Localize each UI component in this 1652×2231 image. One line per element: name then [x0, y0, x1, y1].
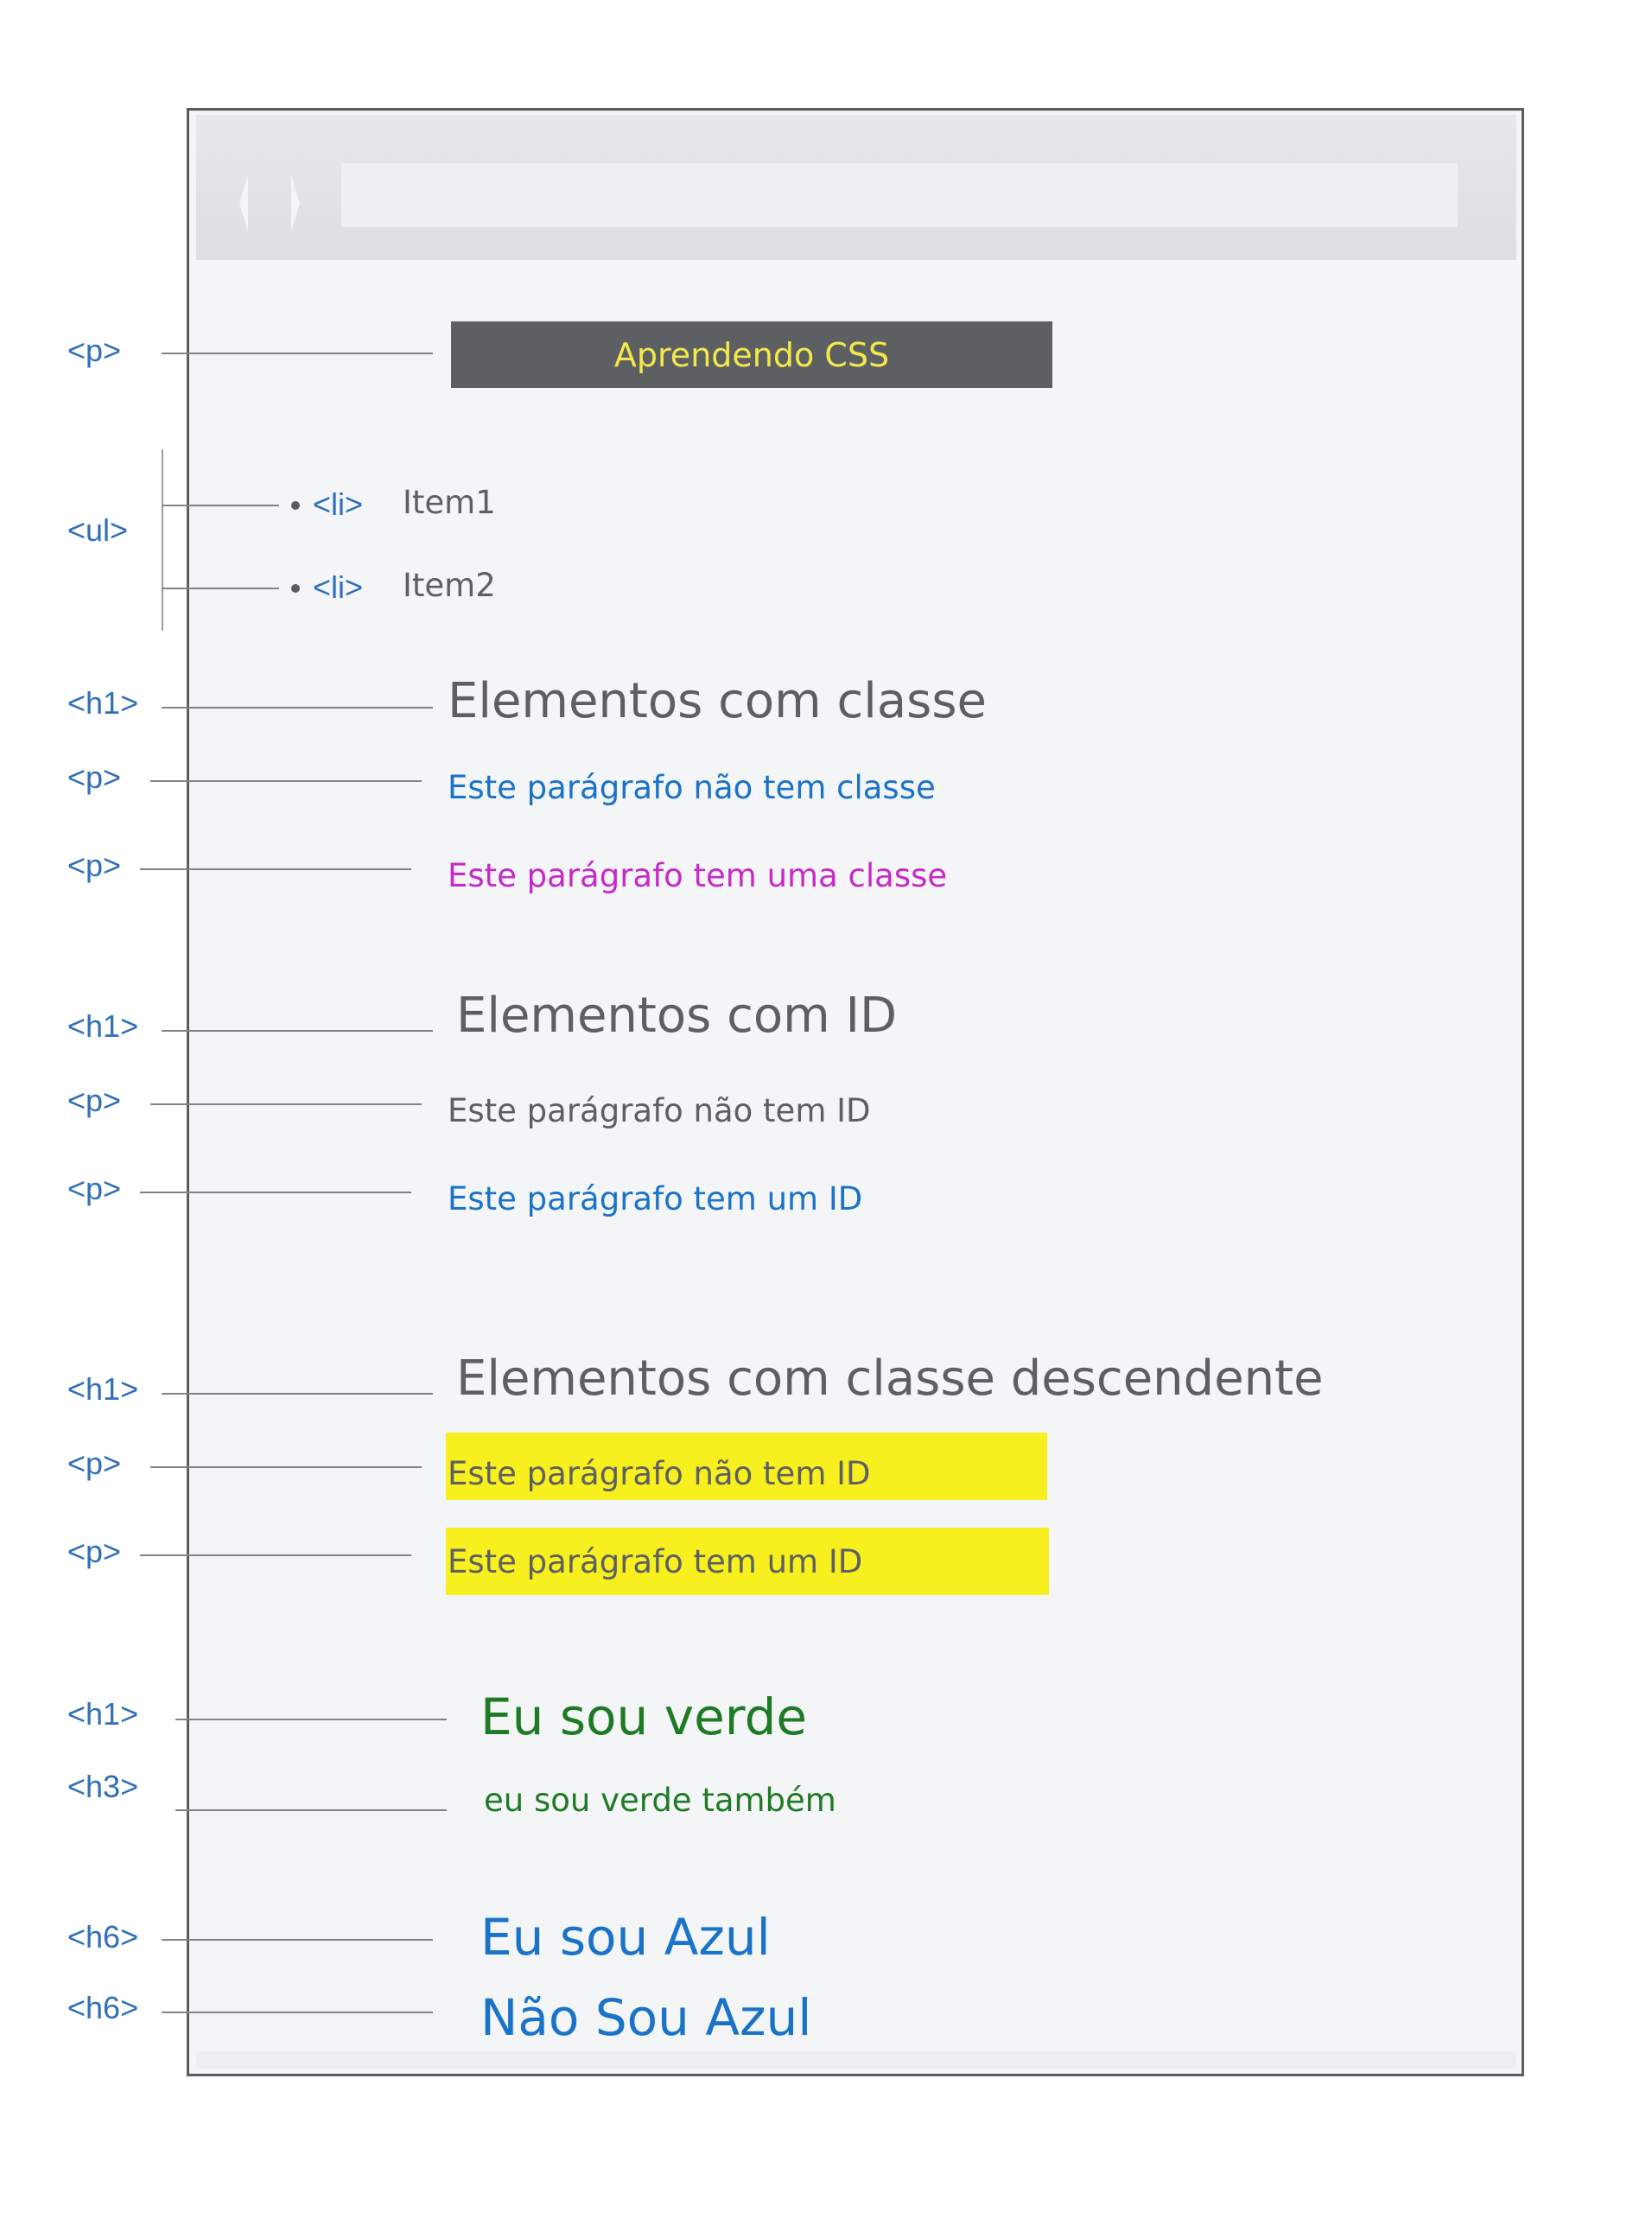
tag-label-h3: <h3>	[67, 1769, 139, 1804]
paragraph-descendente-com-id: Este parágrafo tem um ID	[448, 1543, 863, 1580]
leader-line	[140, 1554, 411, 1556]
tag-label-li: <li>	[313, 486, 364, 522]
leader-line	[150, 1103, 422, 1105]
tag-label-h6: <h6>	[67, 1990, 139, 2025]
tag-label-p: <p>	[67, 760, 122, 795]
tag-label-p: <p>	[67, 848, 122, 883]
banner-paragraph: Aprendendo CSS	[451, 321, 1052, 388]
leader-line	[162, 707, 433, 709]
tag-label-li: <li>	[313, 569, 364, 605]
paragraph-descendente-sem-id: Este parágrafo não tem ID	[448, 1455, 871, 1492]
leader-line	[162, 2012, 433, 2013]
leader-line	[150, 1466, 422, 1468]
leader-line	[162, 505, 279, 506]
subheading-verde-tambem: eu sou verde também	[484, 1782, 836, 1819]
list-item: Item1	[403, 484, 496, 521]
window-bottom-strip	[196, 2051, 1516, 2069]
tag-label-h1: <h1>	[67, 1696, 139, 1732]
tag-label-p: <p>	[67, 333, 122, 368]
heading-eu-sou-verde: Eu sou verde	[480, 1688, 808, 1746]
css-diagram: <p> Aprendendo CSS <ul> <li> Item1 <li> …	[0, 0, 1652, 2231]
tag-label-h1: <h1>	[67, 1371, 139, 1407]
tag-label-h1: <h1>	[67, 1008, 139, 1044]
back-arrow-icon[interactable]	[239, 175, 248, 231]
leader-line	[162, 353, 433, 354]
tag-label-h6: <h6>	[67, 1919, 139, 1955]
leader-line	[162, 1393, 433, 1395]
browser-toolbar	[196, 115, 1516, 260]
leader-line	[162, 1939, 433, 1941]
leader-line	[140, 868, 411, 870]
tag-label-ul: <ul>	[67, 512, 129, 548]
tag-label-p: <p>	[67, 1446, 122, 1481]
paragraph-com-id: Este parágrafo tem um ID	[448, 1180, 863, 1217]
ul-bracket	[162, 449, 163, 631]
leader-line	[162, 1030, 433, 1032]
paragraph-sem-id: Este parágrafo não tem ID	[448, 1092, 871, 1129]
list-item: Item2	[403, 567, 496, 604]
tag-label-p: <p>	[67, 1083, 122, 1118]
paragraph-com-classe: Este parágrafo tem uma classe	[448, 857, 948, 894]
heading-nao-sou-azul: Não Sou Azul	[480, 1988, 812, 2047]
leader-line	[175, 1719, 447, 1720]
leader-line	[140, 1192, 411, 1193]
leader-line	[162, 588, 279, 589]
heading-elementos-classe: Elementos com classe	[448, 673, 987, 729]
tag-label-p: <p>	[67, 1171, 122, 1206]
address-bar[interactable]	[341, 163, 1458, 227]
forward-arrow-icon[interactable]	[291, 175, 300, 231]
tag-label-p: <p>	[67, 1534, 122, 1569]
list-bullet	[291, 501, 300, 510]
heading-eu-sou-azul: Eu sou Azul	[480, 1908, 771, 1967]
leader-line	[150, 780, 422, 782]
heading-elementos-id: Elementos com ID	[456, 988, 898, 1044]
paragraph-sem-classe: Este parágrafo não tem classe	[448, 769, 936, 806]
leader-line	[175, 1809, 447, 1811]
tag-label-h1: <h1>	[67, 685, 139, 721]
list-bullet	[291, 584, 300, 593]
heading-classe-descendente: Elementos com classe descendente	[456, 1351, 1324, 1407]
